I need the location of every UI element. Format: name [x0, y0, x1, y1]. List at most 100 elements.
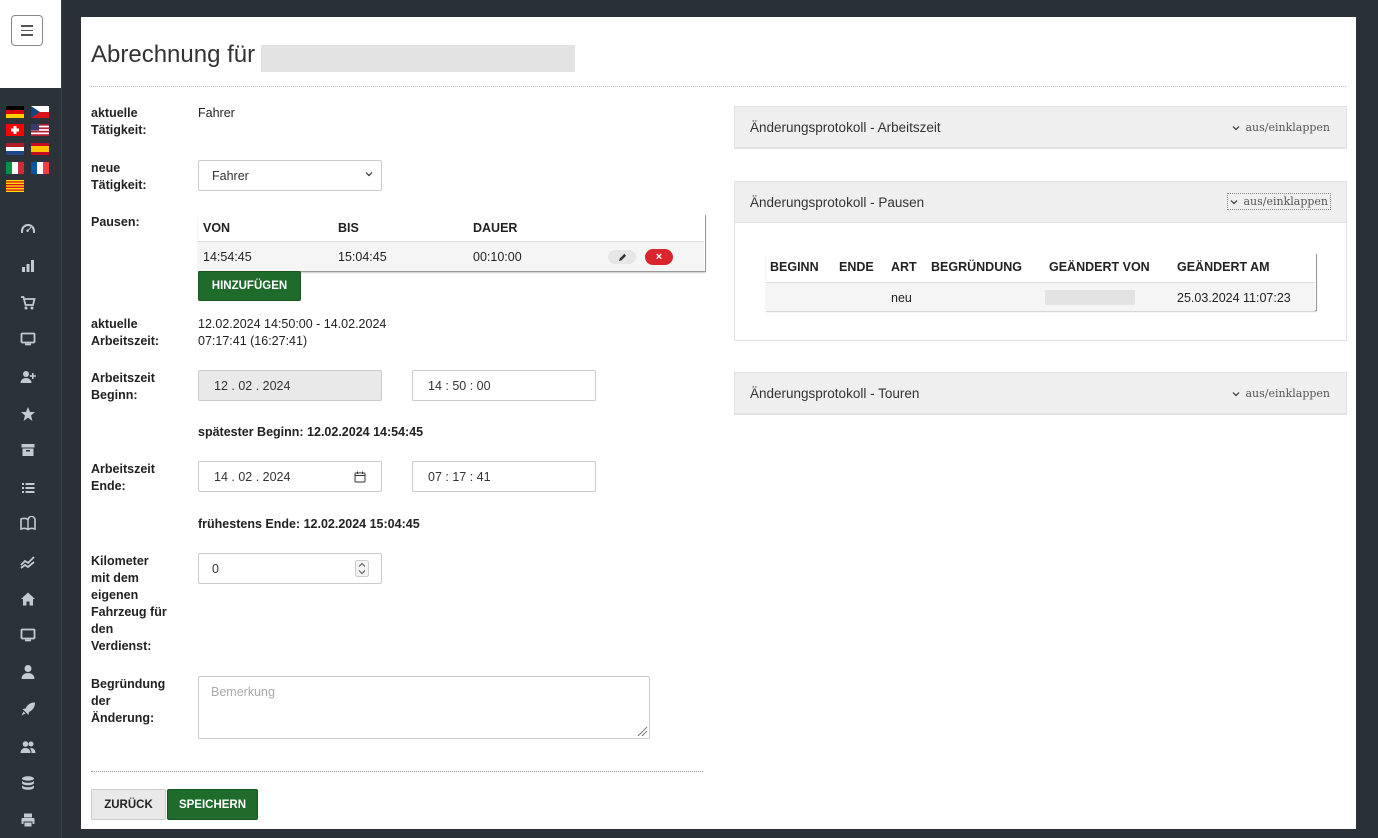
earliest-end-hint: frühestens Ende: 12.02.2024 15:04:45 [198, 517, 420, 531]
it-flag-icon[interactable] [6, 162, 24, 174]
end-date-field[interactable]: 14 . 02 . 2024 [198, 461, 382, 492]
log-header-type: ART [891, 260, 917, 274]
database-icon[interactable] [19, 774, 37, 792]
current-activity-value: Fahrer [198, 106, 235, 120]
log-header-changed-at: GEÄNDERT AM [1177, 260, 1270, 274]
dashboard-icon[interactable] [19, 220, 37, 238]
page-header: Abrechnung für [91, 41, 575, 73]
chevron-down-icon [1233, 125, 1240, 130]
log-header-end: ENDE [839, 260, 874, 274]
table-row: neu 25.03.2024 11:07:23 [766, 282, 1315, 311]
delete-pause-button[interactable]: × [645, 249, 673, 265]
new-activity-select[interactable]: Fahrer [198, 160, 382, 191]
collapse-label: aus/einklappen [1245, 387, 1330, 400]
book-icon[interactable] [19, 515, 37, 533]
chevron-down-icon [1233, 391, 1240, 396]
back-button[interactable]: ZURÜCK [91, 789, 166, 820]
add-user-icon[interactable] [19, 368, 37, 386]
worktime-log-header[interactable]: Änderungsprotokoll - Arbeitszeit aus/ein… [735, 107, 1346, 148]
ch-flag-icon[interactable] [6, 124, 24, 136]
chart-icon[interactable] [19, 257, 37, 275]
pauses-header-from: VON [203, 221, 231, 235]
trend-icon[interactable] [19, 553, 37, 571]
collapse-label: aus/einklappen [1243, 195, 1328, 208]
redacted-changed-by [1045, 290, 1135, 305]
resize-handle-icon[interactable] [636, 725, 648, 737]
add-pause-button[interactable]: HINZUFÜGEN [198, 271, 301, 301]
users-icon[interactable] [19, 738, 37, 756]
reason-textarea[interactable]: Bemerkung [198, 676, 650, 739]
end-date-value: 14 . 02 . 2024 [214, 470, 291, 484]
new-activity-selected: Fahrer [212, 169, 249, 183]
current-worktime-line2: 07:17:41 (16:27:41) [198, 334, 308, 348]
latest-start-hint: spätester Beginn: 12.02.2024 14:54:45 [198, 425, 424, 439]
user-icon[interactable] [19, 663, 37, 681]
log-header-begin: BEGINN [770, 260, 819, 274]
collapse-label: aus/einklappen [1245, 121, 1330, 134]
pauses-label: Pausen: [91, 215, 140, 229]
worktime-log-collapse[interactable]: aus/einklappen [1232, 121, 1330, 134]
pauses-table: VON BIS DAUER 14:54:45 15:04:45 00:10:00… [198, 215, 706, 272]
menu-toggle-button[interactable] [11, 15, 43, 46]
monitor-icon[interactable] [19, 330, 37, 348]
new-activity-label: neue Tätigkeit: [91, 161, 147, 192]
tours-log-title: Änderungsprotokoll - Touren [750, 386, 920, 401]
title-divider [91, 86, 1346, 87]
pauses-header-to: BIS [338, 221, 359, 235]
pauses-log-panel: Änderungsprotokoll - Pausen aus/einklapp… [734, 181, 1347, 341]
pause-to: 15:04:45 [338, 250, 387, 264]
tours-log-collapse[interactable]: aus/einklappen [1232, 387, 1330, 400]
pause-from: 14:54:45 [203, 250, 252, 264]
printer-icon[interactable] [19, 811, 37, 829]
home-icon[interactable] [19, 590, 37, 608]
page-title: Abrechnung für [91, 41, 256, 68]
form-divider [91, 771, 703, 772]
pauses-log-collapse[interactable]: aus/einklappen [1227, 193, 1331, 210]
log-type: neu [891, 291, 912, 305]
current-activity-label: aktuelle Tätigkeit: [91, 106, 147, 137]
sidebar-header [0, 0, 61, 88]
km-input[interactable]: 0 [198, 553, 382, 584]
km-value: 0 [212, 562, 219, 576]
archive-icon[interactable] [19, 441, 37, 459]
main-content: Abrechnung für aktuelle Tätigkeit: Fahre… [81, 17, 1356, 829]
us-flag-icon[interactable] [31, 124, 49, 136]
current-worktime-label: aktuelle Arbeitszeit: [91, 317, 160, 348]
table-row: 14:54:45 15:04:45 00:10:00 × [198, 241, 704, 271]
save-button[interactable]: SPEICHERN [167, 789, 258, 820]
de-flag-icon[interactable] [6, 106, 24, 118]
list-icon[interactable] [19, 479, 37, 497]
star-icon[interactable] [19, 405, 37, 423]
nl-flag-icon[interactable] [6, 143, 24, 155]
chevron-down-icon [365, 172, 373, 177]
current-worktime-line1: 12.02.2024 14:50:00 - 14.02.2024 [198, 317, 387, 331]
close-icon: × [655, 251, 663, 263]
start-date-field: 12 . 02 . 2024 [198, 370, 382, 401]
log-changed-at: 25.03.2024 11:07:23 [1177, 291, 1291, 305]
ca-flag-icon[interactable] [6, 180, 24, 192]
tours-log-header[interactable]: Änderungsprotokoll - Touren aus/einklapp… [735, 373, 1346, 414]
edit-pause-button[interactable] [608, 250, 636, 264]
number-stepper-icon[interactable] [355, 560, 369, 577]
cart-icon[interactable] [19, 294, 37, 312]
log-header-reason: BEGRÜNDUNG [931, 260, 1022, 274]
worktime-log-panel: Änderungsprotokoll - Arbeitszeit aus/ein… [734, 106, 1347, 149]
cz-flag-icon[interactable] [31, 106, 49, 118]
chevron-down-icon [1231, 199, 1238, 204]
start-time-field[interactable]: 14 : 50 : 00 [412, 370, 596, 401]
end-time-value: 07 : 17 : 41 [428, 470, 491, 484]
end-time-field[interactable]: 07 : 17 : 41 [412, 461, 596, 492]
es-flag-icon[interactable] [31, 143, 49, 155]
fr-flag-icon[interactable] [31, 162, 49, 174]
start-date-value: 12 . 02 . 2024 [214, 379, 291, 393]
pauses-log-header[interactable]: Änderungsprotokoll - Pausen aus/einklapp… [735, 182, 1346, 223]
start-time-value: 14 : 50 : 00 [428, 379, 491, 393]
pauses-header-duration: DAUER [473, 221, 518, 235]
rocket-icon[interactable] [19, 700, 37, 718]
redacted-name [260, 45, 575, 73]
tours-log-panel: Änderungsprotokoll - Touren aus/einklapp… [734, 372, 1347, 415]
pauses-log-title: Änderungsprotokoll - Pausen [750, 195, 925, 210]
calendar-icon[interactable] [354, 471, 366, 483]
desktop-icon[interactable] [19, 626, 37, 644]
pauses-log-table: BEGINN ENDE ART BEGRÜNDUNG GEÄNDERT VON … [766, 254, 1317, 311]
